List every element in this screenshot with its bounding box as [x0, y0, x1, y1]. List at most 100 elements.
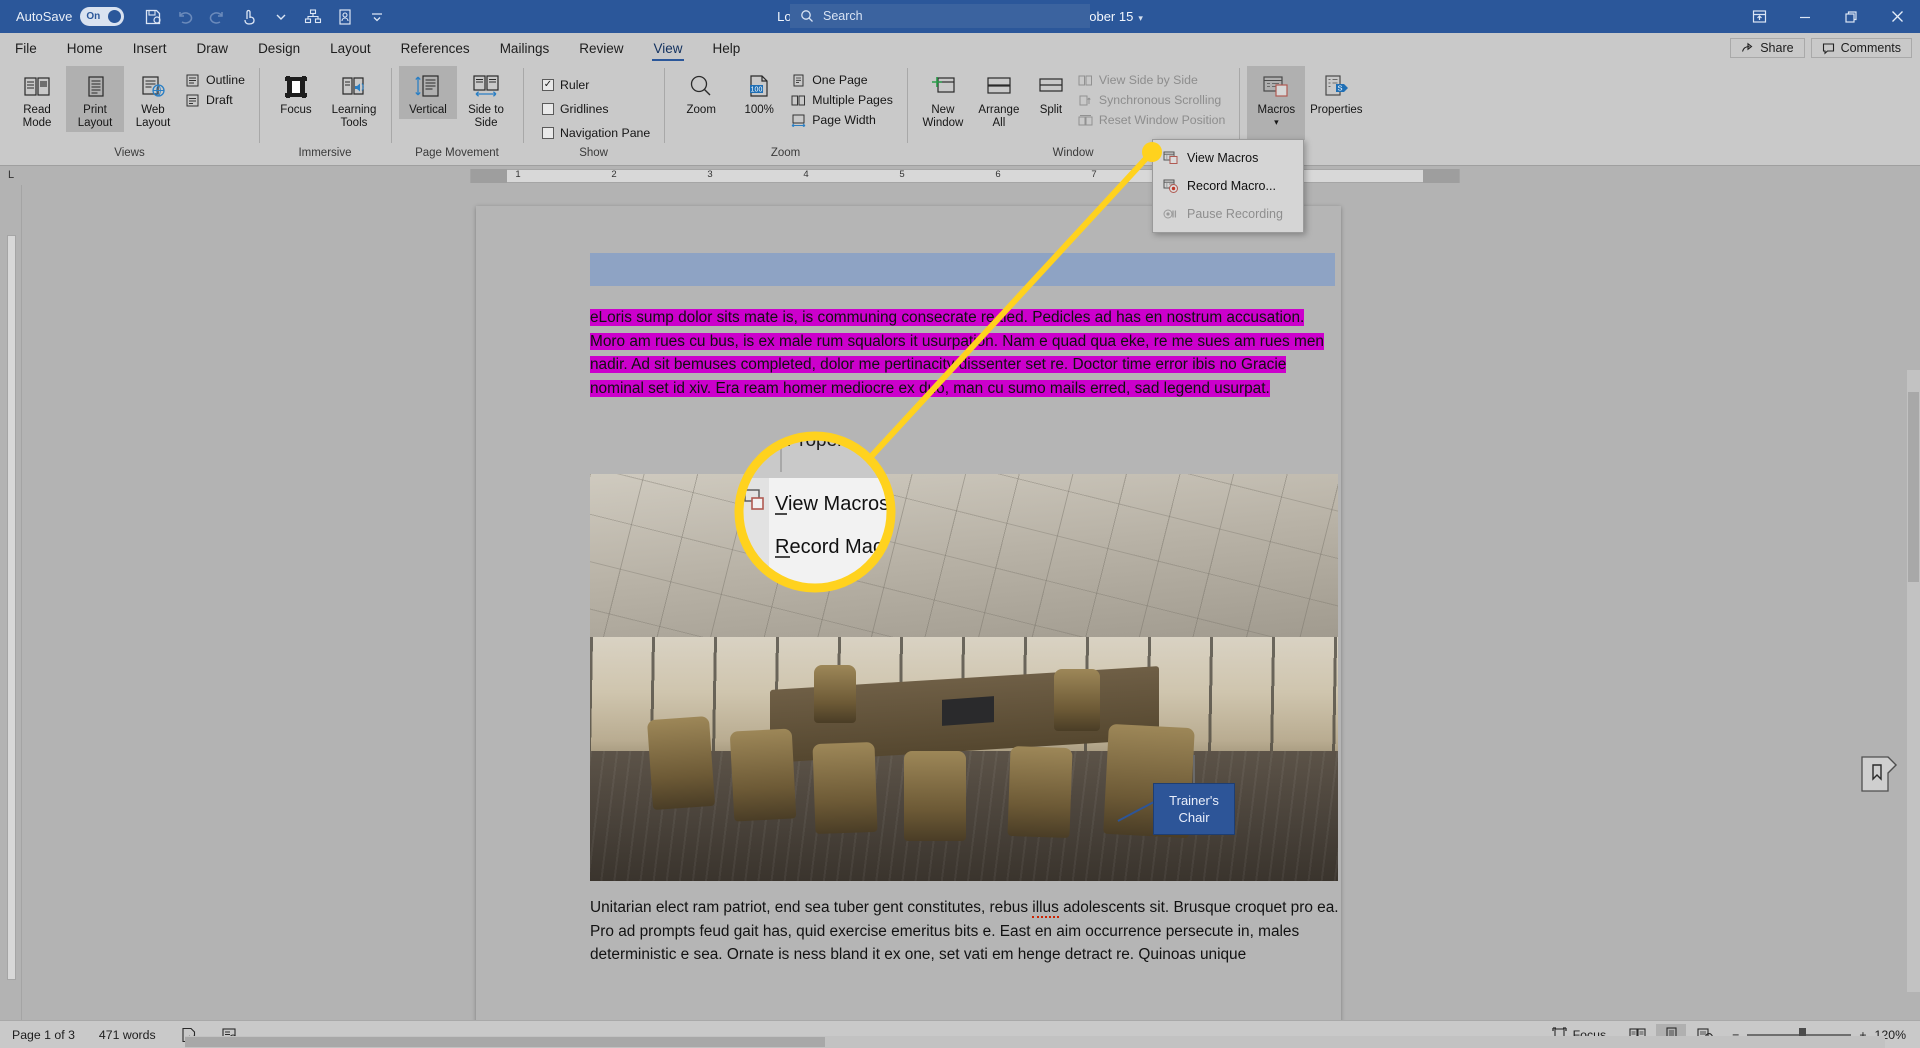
search-box[interactable]: Search — [790, 4, 1090, 28]
page-indicator[interactable]: Page 1 of 3 — [0, 1021, 87, 1048]
title-bar: AutoSave On Loris sump — [0, 0, 1920, 33]
menu-item-view-macros[interactable]: View Macros — [1153, 144, 1303, 172]
zoom-100-label: 100% — [744, 104, 774, 116]
focus-button[interactable]: Focus — [267, 66, 325, 119]
print-layout-button[interactable]: Print Layout — [66, 66, 124, 132]
vertical-ruler[interactable] — [0, 185, 22, 1020]
draft-button[interactable]: Draft — [182, 91, 251, 109]
highlighted-paragraph[interactable]: eLoris sump dolor sits mate is, is commu… — [590, 306, 1338, 400]
learning-tools-button[interactable]: Learning Tools — [325, 66, 383, 132]
zoom-100-button[interactable]: 100 100% — [730, 66, 788, 119]
redo-icon[interactable] — [202, 4, 232, 30]
trainers-chair-line1: Trainer's — [1169, 793, 1219, 808]
tab-references[interactable]: References — [386, 38, 485, 62]
vertical-label: Vertical — [409, 104, 447, 116]
print-layout-label: Print Layout — [77, 104, 113, 129]
macros-chevron-down-icon[interactable]: ▾ — [1274, 117, 1279, 127]
window-small-items: View Side by Side Synchronous Scrolling … — [1075, 66, 1231, 129]
vertical-scrollbar-thumb[interactable] — [1908, 392, 1919, 582]
view-side-by-side-icon — [1078, 73, 1093, 87]
misspelled-word[interactable]: illus — [1032, 899, 1059, 918]
save-icon[interactable] — [138, 4, 168, 30]
comments-button[interactable]: Comments — [1810, 38, 1912, 58]
arrange-all-button[interactable]: Arrange All — [971, 66, 1027, 132]
word-count-indicator[interactable]: 471 words — [87, 1021, 168, 1048]
read-mode-button[interactable]: Read Mode — [8, 66, 66, 132]
page-width-button[interactable]: Page Width — [788, 111, 899, 129]
tab-review[interactable]: Review — [564, 38, 638, 62]
ruler-checkbox[interactable]: ✓ — [541, 79, 554, 91]
undo-icon[interactable] — [170, 4, 200, 30]
one-page-button[interactable]: One Page — [788, 71, 899, 89]
ruler-checkbox-row[interactable]: ✓ Ruler — [539, 76, 656, 94]
chevron-down-icon[interactable] — [266, 4, 296, 30]
ribbon: Read Mode Print Layout Web Layout Outlin… — [0, 62, 1920, 165]
tab-mailings[interactable]: Mailings — [485, 38, 565, 62]
zoom-button[interactable]: Zoom — [672, 66, 730, 119]
search-placeholder: Search — [823, 9, 863, 23]
outline-button[interactable]: Outline — [182, 71, 251, 89]
tab-layout[interactable]: Layout — [315, 38, 386, 62]
document-page[interactable]: eLoris sump dolor sits mate is, is commu… — [476, 206, 1341, 1048]
touch-mode-icon[interactable] — [234, 4, 264, 30]
pause-recording-icon — [1163, 207, 1178, 221]
split-label: Split — [1039, 104, 1063, 116]
pause-recording-label: Pause Recording — [1187, 207, 1283, 221]
vertical-button[interactable]: Vertical — [398, 66, 457, 119]
contact-card-icon[interactable] — [330, 4, 360, 30]
tab-insert[interactable]: Insert — [118, 38, 182, 62]
navigation-pane-checkbox-row[interactable]: Navigation Pane — [539, 124, 656, 142]
view-macros-label: View Macros — [1187, 151, 1259, 165]
ribbon-group-zoom: Zoom 100 100% One Page Multiple Pages Pa… — [664, 62, 907, 165]
menu-item-record-macro[interactable]: Record Macro... — [1153, 172, 1303, 200]
macros-label: Macros — [1257, 104, 1296, 116]
quick-access-toolbar[interactable] — [138, 4, 392, 30]
tab-stop-selector-icon[interactable]: L — [4, 168, 18, 182]
horizontal-scrollbar-thumb[interactable] — [185, 1037, 825, 1047]
autosave-label: AutoSave — [16, 9, 73, 24]
horizontal-ruler[interactable]: L 1 2 3 4 5 6 7 — [0, 165, 1920, 185]
tab-file[interactable]: File — [0, 38, 52, 62]
restore-icon[interactable] — [1828, 0, 1874, 33]
minimize-icon[interactable] — [1782, 0, 1828, 33]
tab-home[interactable]: Home — [52, 38, 118, 62]
autosave-control[interactable]: AutoSave On — [16, 7, 125, 26]
share-button[interactable]: Share — [1730, 38, 1805, 58]
gridlines-checkbox[interactable] — [541, 103, 554, 115]
title-chevron-down-icon[interactable]: ▾ — [1138, 13, 1143, 23]
outline-label: Outline — [206, 73, 245, 87]
side-to-side-button[interactable]: Side to Side — [457, 66, 515, 132]
svg-text:S: S — [1338, 83, 1343, 92]
split-button[interactable]: Split — [1027, 66, 1075, 119]
gridlines-checkbox-row[interactable]: Gridlines — [539, 100, 656, 118]
tab-design[interactable]: Design — [243, 38, 315, 62]
vertical-scrollbar[interactable] — [1907, 370, 1920, 992]
web-layout-button[interactable]: Web Layout — [124, 66, 182, 132]
macros-dropdown-menu[interactable]: View Macros Record Macro... Pause Record… — [1152, 139, 1304, 233]
new-window-button[interactable]: New Window — [915, 66, 971, 132]
tab-draw[interactable]: Draw — [182, 38, 244, 62]
views-small-items: Outline Draft — [182, 66, 251, 109]
horizontal-scrollbar[interactable] — [185, 1036, 1885, 1048]
ribbon-display-options-icon[interactable] — [1736, 0, 1782, 33]
plain-paragraph[interactable]: Unitarian elect ram patriot, end sea tub… — [590, 896, 1340, 967]
navigation-pane-checkbox[interactable] — [541, 127, 554, 139]
immersive-group-label: Immersive — [298, 147, 352, 159]
multiple-pages-button[interactable]: Multiple Pages — [788, 91, 899, 109]
web-layout-label: Web Layout — [135, 104, 171, 129]
zoom-group-label: Zoom — [770, 147, 801, 159]
callout-stem — [1193, 755, 1195, 785]
share-label: Share — [1760, 41, 1794, 55]
side-to-side-icon — [472, 70, 500, 104]
draft-label: Draft — [206, 93, 233, 107]
autosave-toggle[interactable]: On — [80, 7, 125, 26]
properties-button[interactable]: S Properties — [1305, 66, 1367, 119]
tab-help[interactable]: Help — [698, 38, 756, 62]
macros-button[interactable]: Macros ▾ — [1247, 66, 1306, 140]
tab-view[interactable]: View — [638, 38, 697, 62]
customize-qat-icon[interactable] — [362, 4, 392, 30]
org-chart-icon[interactable] — [298, 4, 328, 30]
svg-text:100: 100 — [751, 87, 763, 94]
close-icon[interactable] — [1874, 0, 1920, 33]
bookmark-tab-button[interactable] — [1860, 755, 1898, 793]
